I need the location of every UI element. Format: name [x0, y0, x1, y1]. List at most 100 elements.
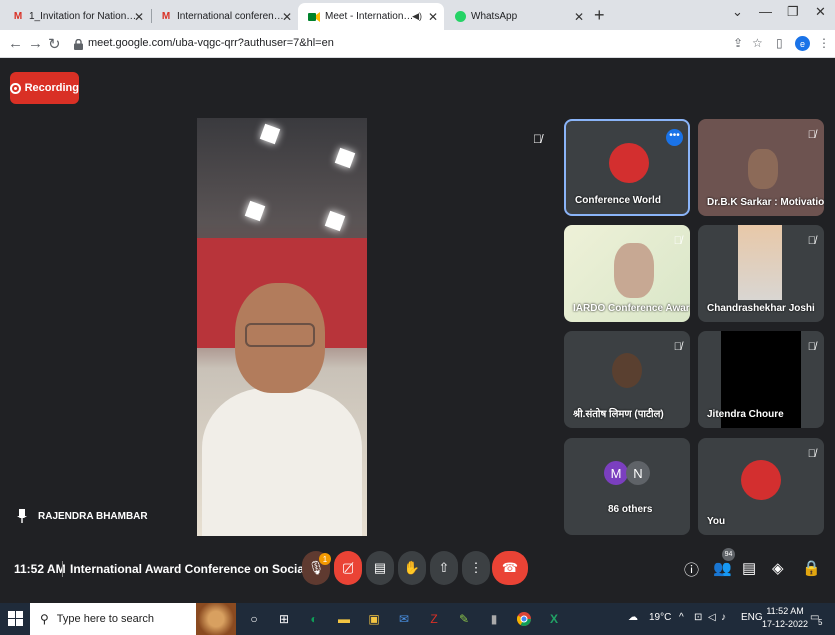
audio-playing-icon[interactable]: ◀): [412, 11, 422, 22]
video-scene-element: [324, 210, 346, 232]
side-panel-icon[interactable]: ▯: [776, 36, 783, 50]
mail-icon[interactable]: ✉: [396, 611, 412, 627]
tab-whatsapp[interactable]: WhatsApp ✕: [444, 3, 590, 30]
whatsapp-icon: [454, 11, 466, 23]
camera-toggle-button[interactable]: ▢̸: [334, 551, 362, 585]
bookmark-star-icon[interactable]: ☆: [752, 36, 763, 50]
menu-dots-icon[interactable]: ⋮: [818, 36, 830, 50]
reload-icon[interactable]: ↻: [48, 35, 61, 53]
tray-expand-icon[interactable]: ^: [679, 612, 684, 623]
self-tile[interactable]: 🎙̸ You: [698, 438, 824, 535]
people-icon[interactable]: 👥: [713, 559, 732, 577]
raise-hand-button[interactable]: ✋: [398, 551, 426, 585]
tree-logo-icon: [741, 460, 781, 500]
profile-avatar[interactable]: e: [795, 36, 810, 51]
tree-logo-icon: [609, 143, 649, 183]
notepad-icon[interactable]: ▮: [486, 611, 502, 627]
chat-icon[interactable]: ▤: [742, 559, 756, 577]
mic-off-icon: 🎙̸: [807, 341, 816, 353]
weather-temp[interactable]: 19°C: [649, 612, 671, 623]
speaker-icon[interactable]: ♪: [721, 612, 726, 623]
network-icon[interactable]: ⊡: [694, 612, 702, 623]
mic-off-icon: 🎙̸: [807, 448, 816, 460]
weather-icon[interactable]: ☁: [628, 612, 638, 623]
close-tab-icon[interactable]: ✕: [428, 10, 438, 24]
tab-invitation[interactable]: M 1_Invitation for National Confere ✕: [2, 3, 150, 30]
end-call-button[interactable]: ☎: [492, 551, 528, 585]
close-tab-icon[interactable]: ✕: [282, 10, 292, 24]
maximize-icon[interactable]: ❐: [787, 4, 799, 20]
windows-start-icon[interactable]: [8, 611, 23, 626]
tab-search-icon[interactable]: ⌄: [732, 4, 743, 20]
avatar: M: [604, 461, 628, 485]
store-icon[interactable]: ▣: [366, 611, 382, 627]
meeting-title: International Award Conference on Social…: [70, 562, 321, 576]
video-scene-element: [202, 388, 362, 536]
participant-name: श्री.संतोष लिमण (पाटील): [573, 409, 664, 420]
notification-count: 5: [818, 618, 823, 627]
video-scene-element: [612, 353, 642, 388]
video-scene-element: [748, 149, 778, 189]
share-icon[interactable]: ⇪: [733, 36, 743, 50]
back-icon[interactable]: ←: [8, 35, 23, 52]
lock-icon[interactable]: [74, 37, 83, 50]
participant-tile[interactable]: 🎙̸ Dr.B.K Sarkar : Motivatio...: [698, 119, 824, 216]
meeting-time: 11:52 AM: [14, 562, 66, 576]
system-clock[interactable]: 11:52 AM 17-12-2022: [762, 605, 808, 631]
close-tab-icon[interactable]: ✕: [134, 10, 144, 24]
main-speaker-video[interactable]: [197, 118, 367, 536]
mic-off-icon: 🎙̸: [533, 132, 542, 146]
url-field[interactable]: meet.google.com/uba-vqgc-qrr?authuser=7&…: [88, 37, 334, 49]
video-scene-element: [334, 147, 356, 169]
participant-tile[interactable]: 🎙̸ IARDO Conference Awar: [564, 225, 690, 322]
video-scene-element: [738, 225, 782, 300]
participant-count-badge: 94: [722, 548, 735, 561]
info-icon[interactable]: ⓘ: [684, 559, 699, 580]
present-button[interactable]: ⇧: [430, 551, 458, 585]
recording-label: Recording: [24, 82, 79, 94]
new-tab-icon[interactable]: +: [594, 5, 605, 26]
recording-indicator[interactable]: Recording: [10, 72, 79, 104]
language-indicator[interactable]: ENG: [741, 612, 763, 623]
tab-title: International conference Mail: [177, 11, 285, 22]
volume-icon[interactable]: ◁: [708, 612, 716, 623]
minimize-icon[interactable]: —: [759, 4, 772, 19]
close-tab-icon[interactable]: ✕: [574, 10, 584, 24]
participant-tile[interactable]: 🎙̸ श्री.संतोष लिमण (पाटील): [564, 331, 690, 428]
more-options-button[interactable]: ⋮: [462, 551, 490, 585]
close-window-icon[interactable]: ✕: [815, 4, 826, 20]
gmail-icon: M: [161, 11, 171, 22]
filezilla-icon[interactable]: Z: [426, 611, 442, 627]
file-explorer-icon[interactable]: ▬: [336, 611, 352, 627]
forward-icon[interactable]: →: [28, 35, 43, 52]
search-placeholder: Type here to search: [56, 613, 155, 625]
excel-icon[interactable]: X: [546, 611, 562, 627]
edge-icon[interactable]: ◐: [306, 611, 322, 627]
chrome-icon[interactable]: [516, 611, 532, 627]
participant-tile[interactable]: 🎙̸ Jitendra Choure: [698, 331, 824, 428]
more-options-icon[interactable]: •••: [666, 129, 683, 146]
participant-tile[interactable]: 🎙̸ Chandrashekhar Joshi: [698, 225, 824, 322]
cortana-icon[interactable]: ○: [246, 611, 262, 627]
video-scene-element: [244, 200, 266, 222]
gmail-icon: M: [13, 11, 23, 22]
pin-icon[interactable]: [17, 509, 27, 523]
app-icon[interactable]: ✎: [456, 611, 472, 627]
windows-taskbar: ⚲ Type here to search ○ ⊞ ◐ ▬ ▣ ✉ Z ✎ ▮ …: [0, 603, 835, 635]
mic-off-icon: 🎙̸: [673, 235, 682, 247]
participant-tile[interactable]: ••• Conference World: [564, 119, 690, 216]
tab-conference-mail[interactable]: M International conference Mail ✕: [150, 3, 298, 30]
search-highlight-icon[interactable]: [196, 603, 236, 635]
participant-name: Jitendra Choure: [707, 409, 784, 420]
task-view-icon[interactable]: ⊞: [276, 611, 292, 627]
tab-title: Meet - International Award C: [325, 11, 417, 22]
main-speaker-name: RAJENDRA BHAMBAR: [38, 511, 148, 522]
tab-meet[interactable]: Meet - International Award C ◀) ✕: [298, 3, 444, 30]
avatar: N: [626, 461, 650, 485]
mic-badge: 1: [319, 553, 331, 565]
captions-button[interactable]: ▤: [366, 551, 394, 585]
host-controls-icon[interactable]: 🔒: [802, 559, 821, 577]
activities-icon[interactable]: ◈: [772, 559, 784, 577]
taskbar-search-box[interactable]: ⚲ Type here to search: [30, 603, 236, 635]
others-tile[interactable]: M N 86 others: [564, 438, 690, 535]
